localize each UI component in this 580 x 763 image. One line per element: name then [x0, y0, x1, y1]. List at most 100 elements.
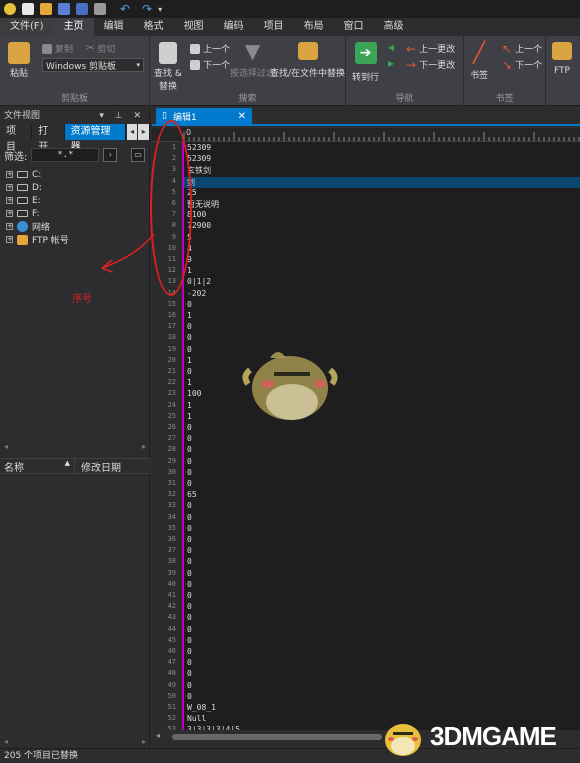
- line-number: 42: [167, 602, 176, 611]
- text-line: 1: [187, 400, 192, 410]
- bookmark-prev-button[interactable]: ↖ 上一个: [502, 42, 542, 56]
- new-file-icon[interactable]: [22, 3, 34, 15]
- tab-project[interactable]: 项目: [0, 124, 33, 153]
- clipboard-select[interactable]: Windows 剪贴板 ▾: [42, 58, 144, 72]
- tree-item-f[interactable]: + F:: [6, 207, 149, 220]
- find-replace-button[interactable]: 查找 & 替换: [154, 42, 182, 92]
- redo-icon[interactable]: ↷: [142, 2, 152, 16]
- expand-icon[interactable]: +: [6, 223, 13, 230]
- open-folder-icon[interactable]: [40, 3, 52, 15]
- logo-mascot-icon: [385, 724, 421, 756]
- current-line-highlight: [184, 176, 580, 188]
- menu-tab-edit[interactable]: 编辑: [94, 18, 134, 36]
- tab-open[interactable]: 打开: [32, 124, 65, 153]
- text-line: 1: [187, 311, 192, 320]
- ftp-group: FTP: [546, 36, 580, 106]
- filter-input[interactable]: [31, 148, 100, 162]
- ftp-button[interactable]: FTP: [552, 42, 572, 76]
- cut-button[interactable]: ✂ 剪切: [86, 42, 115, 55]
- expand-icon[interactable]: +: [6, 210, 13, 217]
- tab-scroll-right-icon[interactable]: ▸: [138, 124, 149, 140]
- filter-go-icon[interactable]: ›: [103, 148, 118, 162]
- clipboard-group-label: 剪贴板: [60, 94, 88, 104]
- text-line: 0: [187, 333, 192, 343]
- text-line: 0: [187, 344, 192, 354]
- customize-chevron-icon[interactable]: ▾: [158, 5, 162, 14]
- search-next-button[interactable]: 下一个: [190, 58, 230, 71]
- text-line: 0: [187, 445, 192, 455]
- paste-button[interactable]: 粘贴: [8, 42, 30, 79]
- editor-text-area[interactable]: 52309 52309 玄铁剑剑 25 暂无说明 8100 72900 5 4 9 1 0|1|2 -2…: [182, 142, 580, 730]
- line-number: 40: [167, 579, 176, 588]
- search-group-label: 搜索: [238, 94, 257, 104]
- line-number: 47: [167, 658, 176, 667]
- text-line: 0: [187, 479, 192, 488]
- print-icon[interactable]: [94, 3, 106, 15]
- bookmark-button[interactable]: ╱ 书签: [470, 42, 488, 81]
- text-line: 0: [187, 467, 192, 477]
- bookmark-next-button[interactable]: ↘ 下一个: [502, 58, 542, 72]
- expand-icon[interactable]: +: [6, 197, 13, 204]
- scroll-left-icon[interactable]: ◂: [4, 442, 8, 451]
- close-tab-icon[interactable]: ✕: [238, 111, 246, 122]
- line-number: 32: [167, 490, 176, 499]
- menu-tab-project[interactable]: 项目: [254, 18, 294, 36]
- column-name[interactable]: 名称 ▲: [0, 459, 74, 474]
- text-line: 0: [187, 613, 192, 623]
- next-change-button[interactable]: → 下一更改: [406, 58, 455, 72]
- scroll-left-icon[interactable]: ◂: [4, 737, 8, 746]
- tree-item-e[interactable]: + E:: [6, 194, 149, 207]
- menu-tab-file[interactable]: 文件(F): [0, 18, 54, 36]
- save-icon[interactable]: [58, 3, 70, 15]
- menu-tab-advanced[interactable]: 高级: [374, 18, 414, 36]
- tab-scroll-left-icon[interactable]: ◂: [126, 124, 138, 140]
- scroll-right-icon[interactable]: ▸: [142, 442, 146, 451]
- goto-line-button[interactable]: ➔ 转到行: [352, 42, 379, 83]
- find-prev-icon: [190, 43, 200, 54]
- menu-tab-window[interactable]: 窗口: [334, 18, 374, 36]
- text-line: 0|1|2: [187, 277, 212, 287]
- navigate-group-label: 导航: [395, 94, 414, 104]
- scroll-left-icon[interactable]: ◂: [156, 731, 160, 740]
- panel-pin-close-icon[interactable]: ▾ ⊥ ✕: [99, 108, 145, 124]
- scissors-icon: ✂: [86, 43, 95, 54]
- tab-explorer[interactable]: 资源管理器: [64, 124, 126, 153]
- copy-button[interactable]: 复制: [42, 42, 73, 55]
- scroll-right-icon[interactable]: ▸: [142, 737, 146, 746]
- paste-icon: [8, 42, 30, 64]
- tree-item-c[interactable]: + C:: [6, 168, 149, 181]
- tree-scrollbar[interactable]: ◂ ▸: [0, 440, 150, 452]
- drive-icon: [17, 171, 28, 178]
- filter-button[interactable]: ▼ 按选择过滤: [230, 41, 275, 79]
- prev-change-button[interactable]: ← 上一更改: [406, 42, 455, 56]
- text-line: 0: [187, 691, 192, 701]
- menu-tab-view[interactable]: 视图: [174, 18, 214, 36]
- menu-tab-encoding[interactable]: 编码: [214, 18, 254, 36]
- text-line: 0: [187, 322, 192, 332]
- undo-icon[interactable]: ↶: [120, 2, 130, 16]
- line-number: 44: [167, 624, 176, 633]
- filter-row: 筛选: › ▭: [0, 144, 149, 166]
- folder-browse-icon[interactable]: ▭: [131, 148, 145, 162]
- line-number: 43: [167, 613, 176, 622]
- expand-icon[interactable]: +: [6, 171, 13, 178]
- text-line: 0: [187, 647, 192, 656]
- tree-item-d[interactable]: + D:: [6, 181, 149, 194]
- search-prev-button[interactable]: 上一个: [190, 42, 230, 55]
- menu-tab-format[interactable]: 格式: [134, 18, 174, 36]
- find-in-files-button[interactable]: 查找/在文件中替换: [270, 42, 345, 79]
- annotation-circle: [150, 120, 192, 296]
- expand-icon[interactable]: +: [6, 184, 13, 191]
- annotation-label: 序号: [72, 294, 92, 305]
- save-all-icon[interactable]: [76, 3, 88, 15]
- scroll-thumb[interactable]: [172, 734, 382, 740]
- expand-icon[interactable]: +: [6, 236, 13, 243]
- line-number: 51: [167, 703, 176, 711]
- menu-tab-layout[interactable]: 布局: [294, 18, 334, 36]
- line-number: 28: [167, 445, 176, 454]
- file-list-scrollbar[interactable]: ◂ ▸: [0, 736, 150, 746]
- line-number: 29: [167, 456, 176, 465]
- folder-search-icon: [297, 42, 318, 60]
- column-modified[interactable]: 修改日期: [74, 458, 121, 474]
- menu-tab-home[interactable]: 主页: [53, 18, 94, 36]
